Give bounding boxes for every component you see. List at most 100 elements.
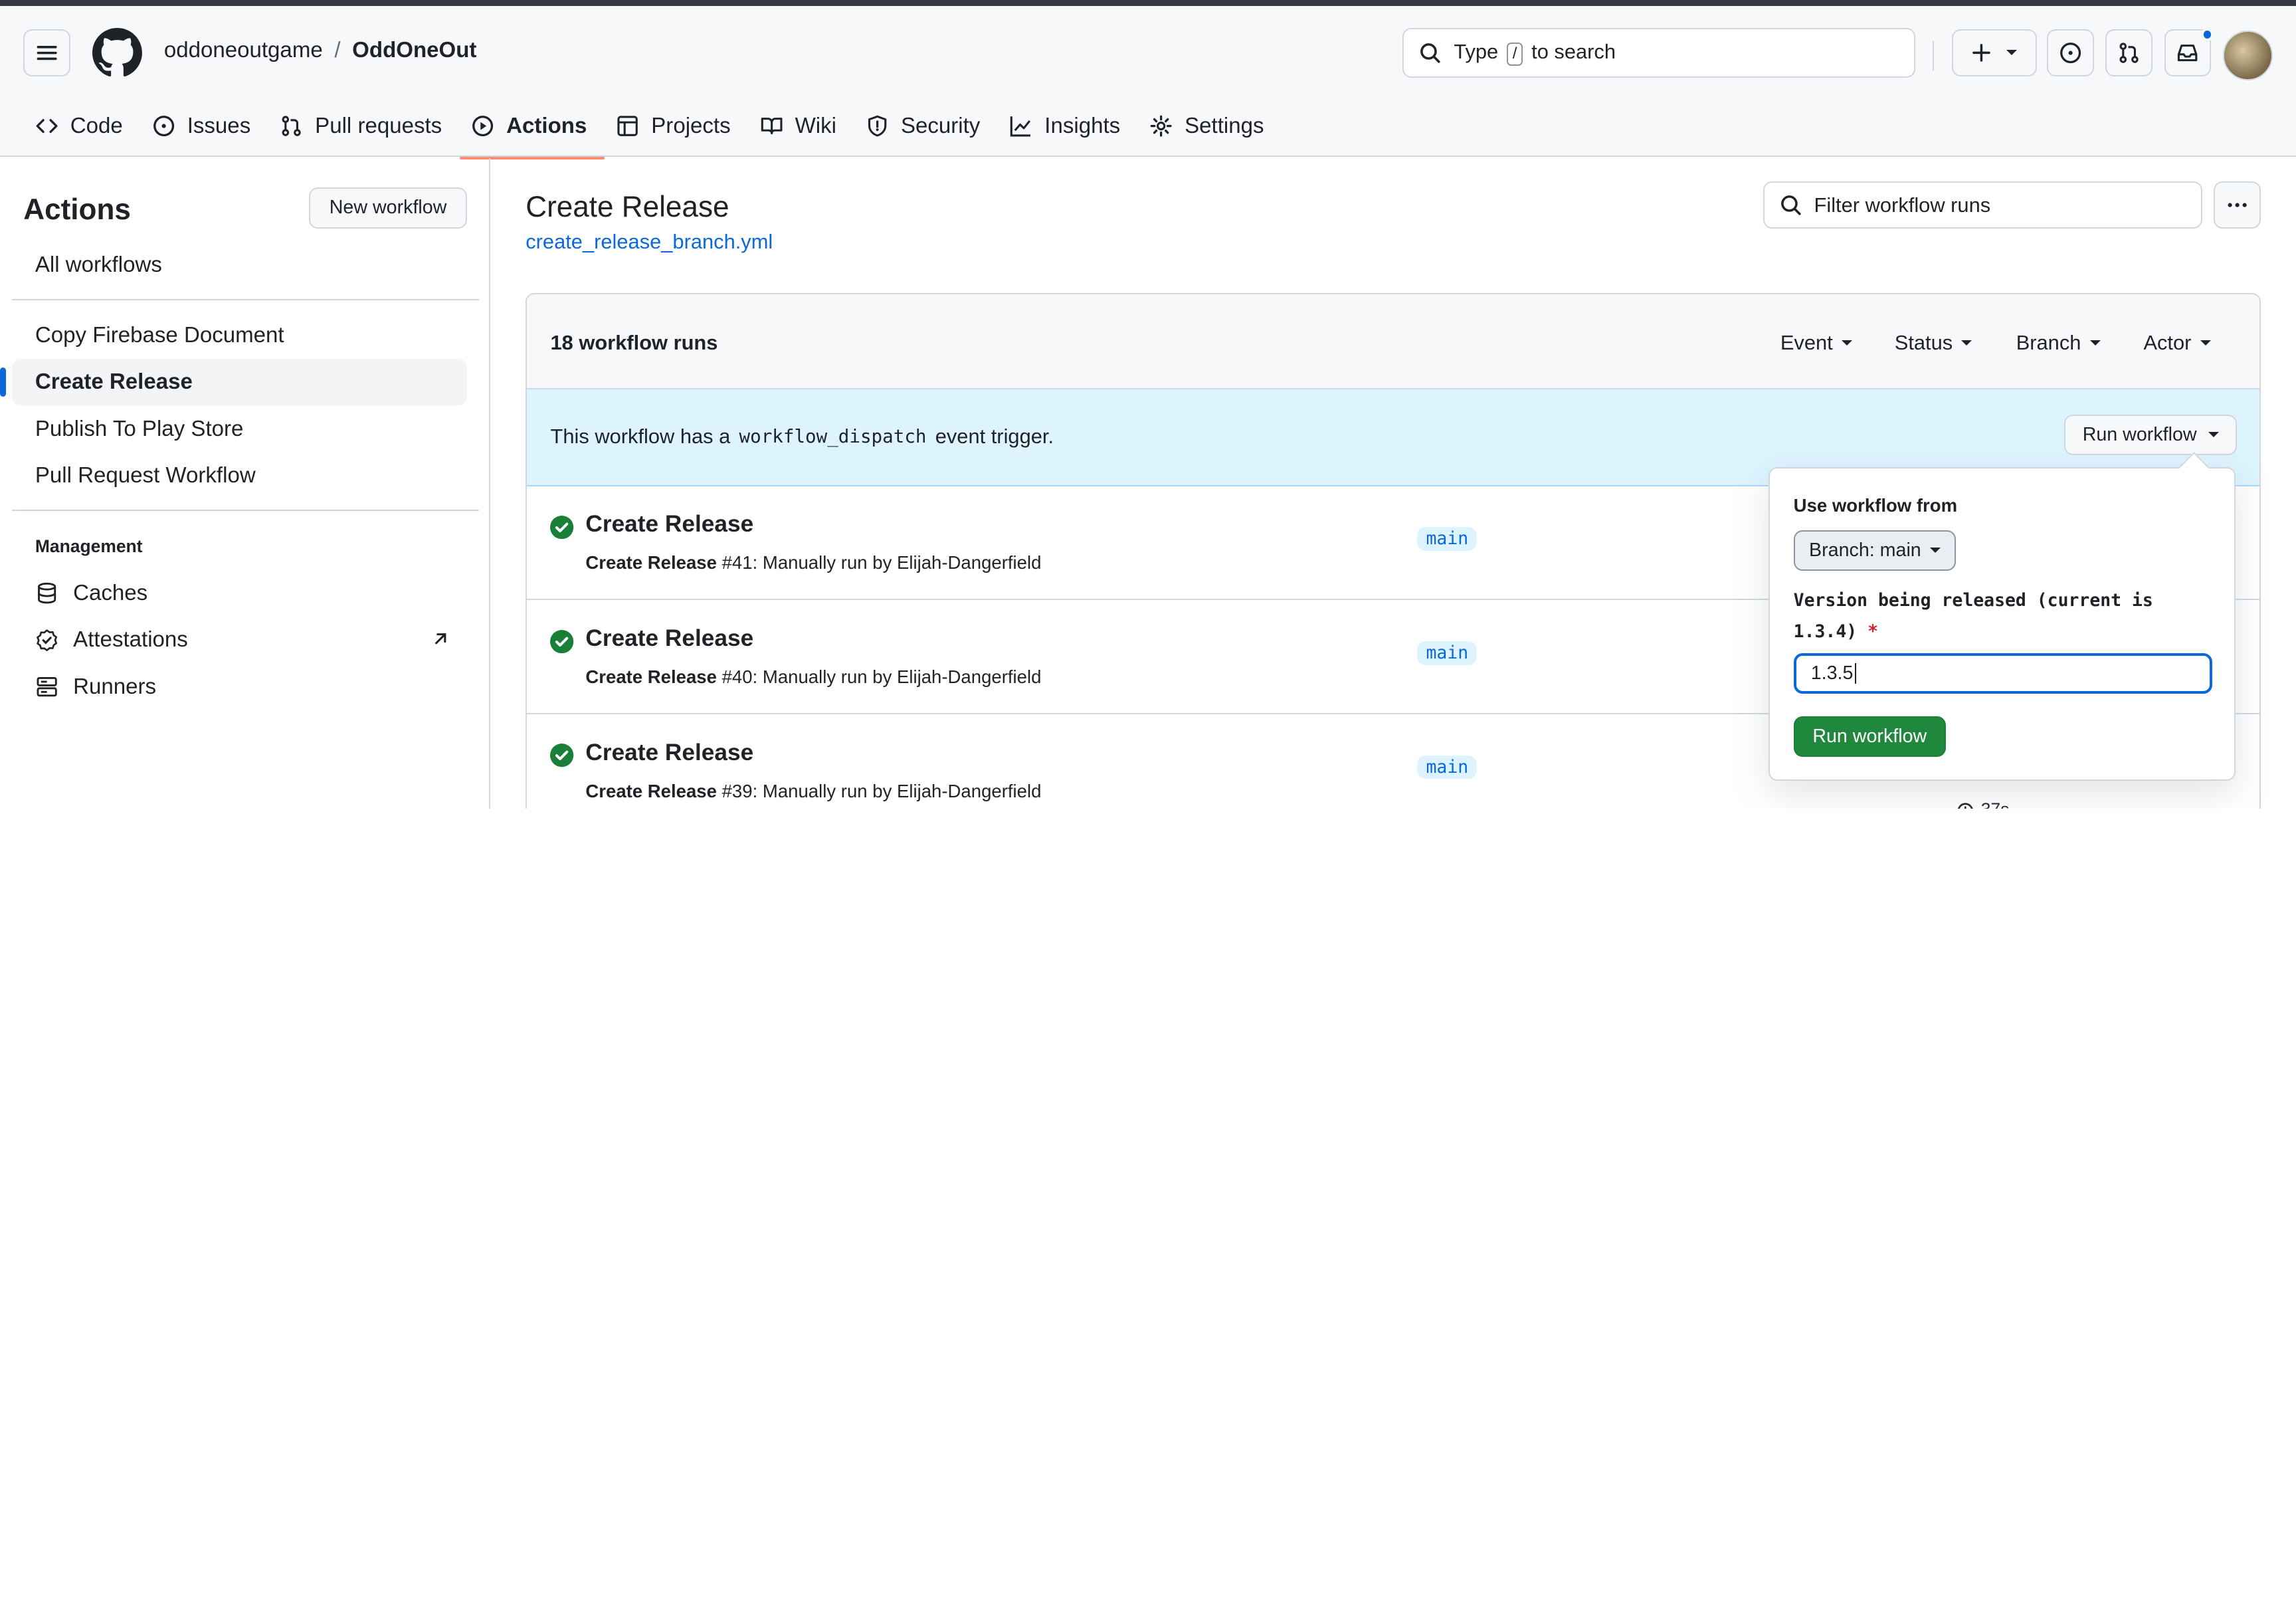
sidebar-item-label: Runners	[73, 674, 157, 699]
text-cursor	[1854, 663, 1856, 684]
inbox-icon	[2177, 44, 2198, 61]
your-pull-requests-button[interactable]	[2105, 29, 2152, 76]
dispatch-message: This workflow has a workflow_dispatch ev…	[550, 425, 1054, 449]
tab-actions[interactable]: Actions	[459, 94, 605, 160]
tab-issues[interactable]: Issues	[140, 94, 268, 158]
kebab-horizontal-icon	[2228, 203, 2247, 207]
chevron-down-icon	[1841, 340, 1852, 346]
run-title-link[interactable]: Create Release	[585, 511, 753, 538]
tab-label: Pull requests	[315, 113, 442, 138]
git-pull-request-icon	[282, 116, 302, 136]
run-workflow-name: Create Release	[585, 780, 717, 801]
search-suffix: to search	[1531, 39, 1616, 63]
book-icon	[761, 117, 783, 135]
tab-security[interactable]: Security	[854, 94, 997, 158]
stopwatch-icon	[1958, 803, 1973, 809]
sidebar-item-copy-firebase-document[interactable]: Copy Firebase Document	[12, 312, 467, 359]
chevron-down-icon	[1929, 548, 1941, 553]
create-new-button[interactable]	[1951, 29, 2037, 76]
run-workflow-dropdown[interactable]: Run workflow	[2064, 414, 2238, 456]
branch-label[interactable]: main	[1417, 756, 1478, 779]
tab-settings[interactable]: Settings	[1138, 94, 1282, 158]
sidebar-item-label: All workflows	[35, 252, 162, 277]
more-options-button[interactable]	[2214, 181, 2261, 229]
server-icon	[37, 677, 57, 697]
shield-icon	[868, 115, 887, 137]
tab-label: Projects	[651, 113, 731, 138]
sidebar-item-attestations[interactable]: Attestations	[12, 617, 467, 664]
actor-filter-label: Actor	[2143, 330, 2192, 354]
runs-count: 18 workflow runs	[550, 330, 718, 354]
actor-filter-dropdown[interactable]: Actor	[2143, 330, 2211, 355]
repo-header: oddoneoutgame / OddOneOut Type / to sear…	[0, 5, 2296, 160]
tab-label: Security	[900, 113, 981, 138]
page-title: Create Release	[526, 190, 729, 223]
menu-button[interactable]	[23, 29, 70, 76]
chevron-down-icon	[2200, 340, 2211, 346]
search-input[interactable]: Type / to search	[1402, 27, 1915, 78]
repo-owner-link[interactable]: oddoneoutgame	[164, 38, 323, 63]
run-details: Create Release #41: Manually run by Elij…	[585, 552, 1041, 573]
version-input-label-text: Version being released (current is 1.3.4…	[1793, 590, 2153, 642]
run-details: Create Release #39: Manually run by Elij…	[585, 781, 1041, 802]
dispatch-code: workflow_dispatch	[739, 425, 927, 447]
new-workflow-button[interactable]: New workflow	[309, 187, 468, 229]
tab-projects[interactable]: Projects	[605, 94, 748, 158]
branch-select-button[interactable]: Branch: main	[1793, 530, 1957, 571]
sidebar-item-label: Publish To Play Store	[35, 416, 244, 441]
sidebar-item-publish-to-play-store[interactable]: Publish To Play Store	[12, 406, 467, 453]
tab-label: Settings	[1185, 113, 1264, 138]
tab-pull-requests[interactable]: Pull requests	[268, 94, 460, 158]
run-workflow-name: Create Release	[585, 666, 717, 687]
event-filter-dropdown[interactable]: Event	[1780, 331, 1852, 355]
chevron-down-icon	[2208, 432, 2220, 437]
version-input[interactable]: 1.3.5	[1793, 653, 2213, 694]
sidebar-item-caches[interactable]: Caches	[12, 569, 467, 617]
run-duration-value: 37s	[1981, 799, 2010, 808]
sidebar-item-runners[interactable]: Runners	[12, 663, 467, 710]
breadcrumb-separator: /	[334, 38, 341, 63]
run-title-link[interactable]: Create Release	[585, 740, 753, 766]
runs-list-header: 18 workflow runs Event Status Branch Act…	[527, 294, 2259, 390]
status-filter-dropdown[interactable]: Status	[1895, 331, 1972, 355]
your-issues-button[interactable]	[2047, 29, 2094, 76]
run-trigger: : Manually run by Elijah-Dangerfield	[752, 666, 1042, 687]
tab-label: Insights	[1044, 113, 1121, 138]
sidebar-item-pull-request-workflow[interactable]: Pull Request Workflow	[12, 453, 467, 500]
verified-icon	[37, 629, 57, 651]
sidebar-item-all-workflows[interactable]: All workflows	[12, 242, 467, 289]
tab-code[interactable]: Code	[23, 94, 140, 158]
version-input-label: Version being released (current is 1.3.4…	[1794, 585, 2218, 647]
tab-label: Code	[70, 113, 123, 138]
check-circle-icon	[550, 744, 574, 767]
status-filter-label: Status	[1894, 330, 1953, 354]
user-avatar[interactable]	[2222, 31, 2273, 81]
event-filter-label: Event	[1780, 330, 1833, 354]
version-input-value: 1.3.5	[1810, 662, 1854, 684]
search-prefix: Type	[1454, 39, 1499, 63]
run-duration: 37s	[1956, 799, 2010, 809]
repo-name-link[interactable]: OddOneOut	[352, 38, 476, 63]
tab-label: Issues	[187, 113, 251, 138]
branch-label[interactable]: main	[1417, 527, 1478, 551]
sidebar-item-label: Caches	[73, 580, 148, 605]
repo-nav-tabs: Code Issues Pull requests Actions Projec…	[23, 94, 1282, 160]
branch-label[interactable]: main	[1417, 641, 1478, 665]
sidebar-item-create-release[interactable]: Create Release	[0, 358, 468, 406]
tab-wiki[interactable]: Wiki	[748, 94, 854, 158]
branch-filter-dropdown[interactable]: Branch	[2016, 331, 2101, 355]
tab-label: Actions	[506, 113, 587, 138]
breadcrumb: oddoneoutgame / OddOneOut	[164, 38, 477, 63]
filter-runs-input[interactable]: Filter workflow runs	[1763, 181, 2202, 229]
sidebar-divider	[11, 298, 479, 300]
workflow-file-link[interactable]: create_release_branch.yml	[526, 230, 773, 254]
top-border	[0, 0, 2296, 6]
run-number: #40	[721, 666, 753, 687]
tab-insights[interactable]: Insights	[998, 94, 1138, 158]
run-title-link[interactable]: Create Release	[585, 625, 753, 652]
actions-sidebar: Actions New workflow All workflows Copy …	[0, 158, 491, 809]
run-workflow-submit-button[interactable]: Run workflow	[1793, 716, 1946, 758]
run-workflow-name: Create Release	[585, 552, 717, 573]
github-logo-icon[interactable]	[92, 27, 142, 78]
chevron-down-icon	[1961, 340, 1972, 346]
